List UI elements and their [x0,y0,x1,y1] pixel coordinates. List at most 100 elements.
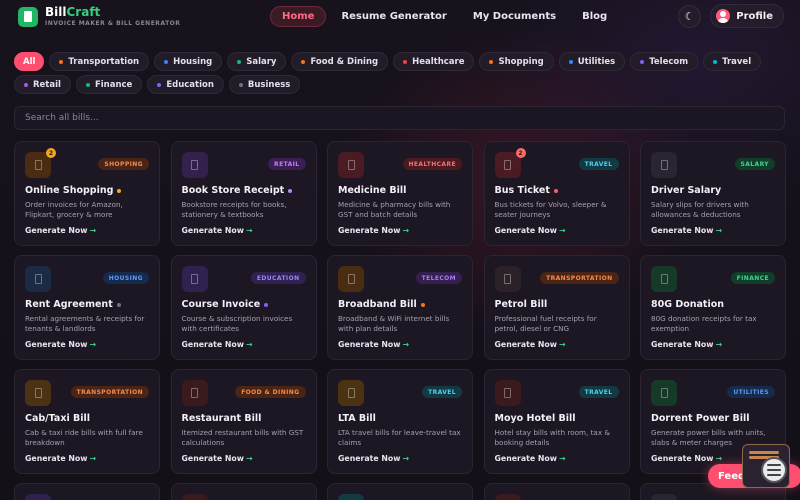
card-description: Rental agreements & receipts for tenants… [25,314,145,333]
bill-card[interactable]: HEALTHCARE Medicine Bill Medicine & pharma… [327,141,473,246]
generate-now-label: Generate Now [25,340,88,349]
bill-card[interactable]: FINANCE 80G Donation 80G donation receipts… [640,255,786,360]
card-title-text: Course Invoice [181,299,261,310]
chat-bot-icon[interactable] [761,457,787,483]
generate-now-link[interactable]: Generate Now → [495,340,566,349]
document-icon [191,160,198,170]
bill-card-partial[interactable] [170,483,317,500]
generate-now-link[interactable]: Generate Now → [651,226,722,235]
nav-link-blog[interactable]: Blog [582,6,607,27]
bill-card[interactable]: HOUSING Rent Agreement Rental agreements &… [14,255,160,360]
bill-card[interactable]: TRAVEL LTA Bill LTA travel bills for leave… [327,369,473,474]
bill-type-icon [494,494,521,500]
category-chip-business[interactable]: Business [228,75,301,94]
bill-card[interactable]: RETAIL Book Store Receipt Bookstore receip… [170,141,317,246]
category-chip-label: Salary [246,56,277,67]
arrow-right-icon: → [715,226,722,235]
category-chip-transportation[interactable]: Transportation [49,52,150,71]
nav-link-my-documents[interactable]: My Documents [473,6,556,27]
bill-card[interactable]: TRAVEL Moyo Hotel Bill Hotel stay bills wi… [483,369,630,474]
generate-now-link[interactable]: Generate Now → [651,340,722,349]
card-title: 80G Donation [651,299,775,310]
card-title: LTA Bill [338,413,462,424]
nav-link-resume-generator[interactable]: Resume Generator [341,6,446,27]
category-chip-utilities[interactable]: Utilities [558,52,626,71]
category-tag: EDUCATION [250,272,306,284]
generate-now-label: Generate Now [494,226,557,235]
card-description: Order invoices for Amazon, Flipkart, gro… [25,200,123,219]
category-dot-icon [59,59,64,64]
generate-now-label: Generate Now [25,226,88,235]
document-icon [504,388,511,398]
category-chip-telecom[interactable]: Telecom [630,52,699,71]
bill-card[interactable]: TELECOM Broadband Bill Broadband & WiFi in… [327,255,473,360]
category-dot-icon [568,59,573,64]
category-dot-icon [640,59,645,64]
generate-now-link[interactable]: Generate Now → [651,454,722,463]
generate-now-link[interactable]: Generate Now → [182,454,253,463]
bill-type-icon [181,494,208,500]
status-dot-icon [420,302,425,307]
bill-card[interactable]: FOOD & DINING Restaurant Bill Itemized res… [170,369,317,474]
category-chip-finance[interactable]: Finance [75,75,143,94]
category-chip-travel[interactable]: Travel [703,52,762,71]
category-chip-label: Healthcare [412,56,465,67]
generate-now-link[interactable]: Generate Now → [25,340,96,349]
category-tag: UTILITIES [727,386,775,398]
category-chip-label: Travel [722,56,752,67]
generate-now-link[interactable]: Generate Now → [338,454,409,463]
category-tag: HEALTHCARE [402,158,462,170]
bill-type-icon [651,152,677,178]
search-input[interactable] [14,106,785,130]
generate-now-link[interactable]: Generate Now → [182,226,253,235]
document-icon [660,274,668,284]
card-title-text: Dorrent Power Bill [651,413,750,424]
app-root: BillCraft INVOICE MAKER & BILL GENERATOR… [0,0,800,500]
card-title: Dorrent Power Bill [651,413,775,424]
nav-link-home[interactable]: Home [270,6,327,27]
nav-actions: ☾ Profile [678,4,784,28]
bill-type-icon [25,494,51,500]
arrow-right-icon: → [245,454,253,463]
category-chip-food-dining[interactable]: Food & Dining [291,52,389,71]
bill-card[interactable]: TRANSPORTATION Cab/Taxi Bill Cab & taxi ri… [14,369,160,474]
category-chip-retail[interactable]: Retail [14,75,71,94]
category-chip-label: Food & Dining [310,56,379,67]
bill-card[interactable]: 2 TRAVEL Bus Ticket Bus tickets for Volvo, … [483,141,630,246]
generate-now-link[interactable]: Generate Now → [495,226,566,235]
category-chip-all[interactable]: All [14,52,45,71]
category-tag: TRAVEL [578,158,619,170]
bill-card-partial[interactable] [327,483,473,500]
generate-now-link[interactable]: Generate Now → [25,454,96,463]
bill-card[interactable]: SALARY Driver Salary Salary slips for driv… [640,141,786,246]
category-tag: TRAVEL [578,386,619,398]
category-chip-salary[interactable]: Salary [227,52,287,71]
brand-logo[interactable]: BillCraft INVOICE MAKER & BILL GENERATOR [18,6,180,27]
bill-type-icon [651,494,677,500]
generate-now-link[interactable]: Generate Now → [338,226,409,235]
arrow-right-icon: → [402,340,409,349]
bill-card[interactable]: EDUCATION Course Invoice Course & subscrip… [170,255,317,360]
bill-card-partial[interactable] [14,483,160,500]
arrow-right-icon: → [715,454,722,463]
category-tag: FOOD & DINING [235,386,306,398]
category-dot-icon [85,82,90,87]
generate-now-label: Generate Now [25,454,88,463]
generate-now-link[interactable]: Generate Now → [338,340,409,349]
category-dot-icon [489,59,494,64]
category-chip-shopping[interactable]: Shopping [479,52,554,71]
generate-now-link[interactable]: Generate Now → [25,226,96,235]
bill-card[interactable]: 2 SHOPPING Online Shopping Order invoices f… [14,141,160,246]
card-title-text: Cab/Taxi Bill [25,413,91,424]
bill-card[interactable]: TRANSPORTATION Petrol Bill Professional fu… [483,255,630,360]
generate-now-link[interactable]: Generate Now → [182,340,253,349]
category-chip-housing[interactable]: Housing [154,52,223,71]
generate-now-label: Generate Now [494,340,557,349]
card-title-text: Broadband Bill [338,299,417,310]
bill-card-partial[interactable] [483,483,630,500]
category-chip-healthcare[interactable]: Healthcare [393,52,475,71]
profile-button[interactable]: Profile [710,4,784,28]
moon-icon[interactable]: ☾ [678,4,702,28]
category-chip-education[interactable]: Education [147,75,224,94]
generate-now-link[interactable]: Generate Now → [495,454,566,463]
